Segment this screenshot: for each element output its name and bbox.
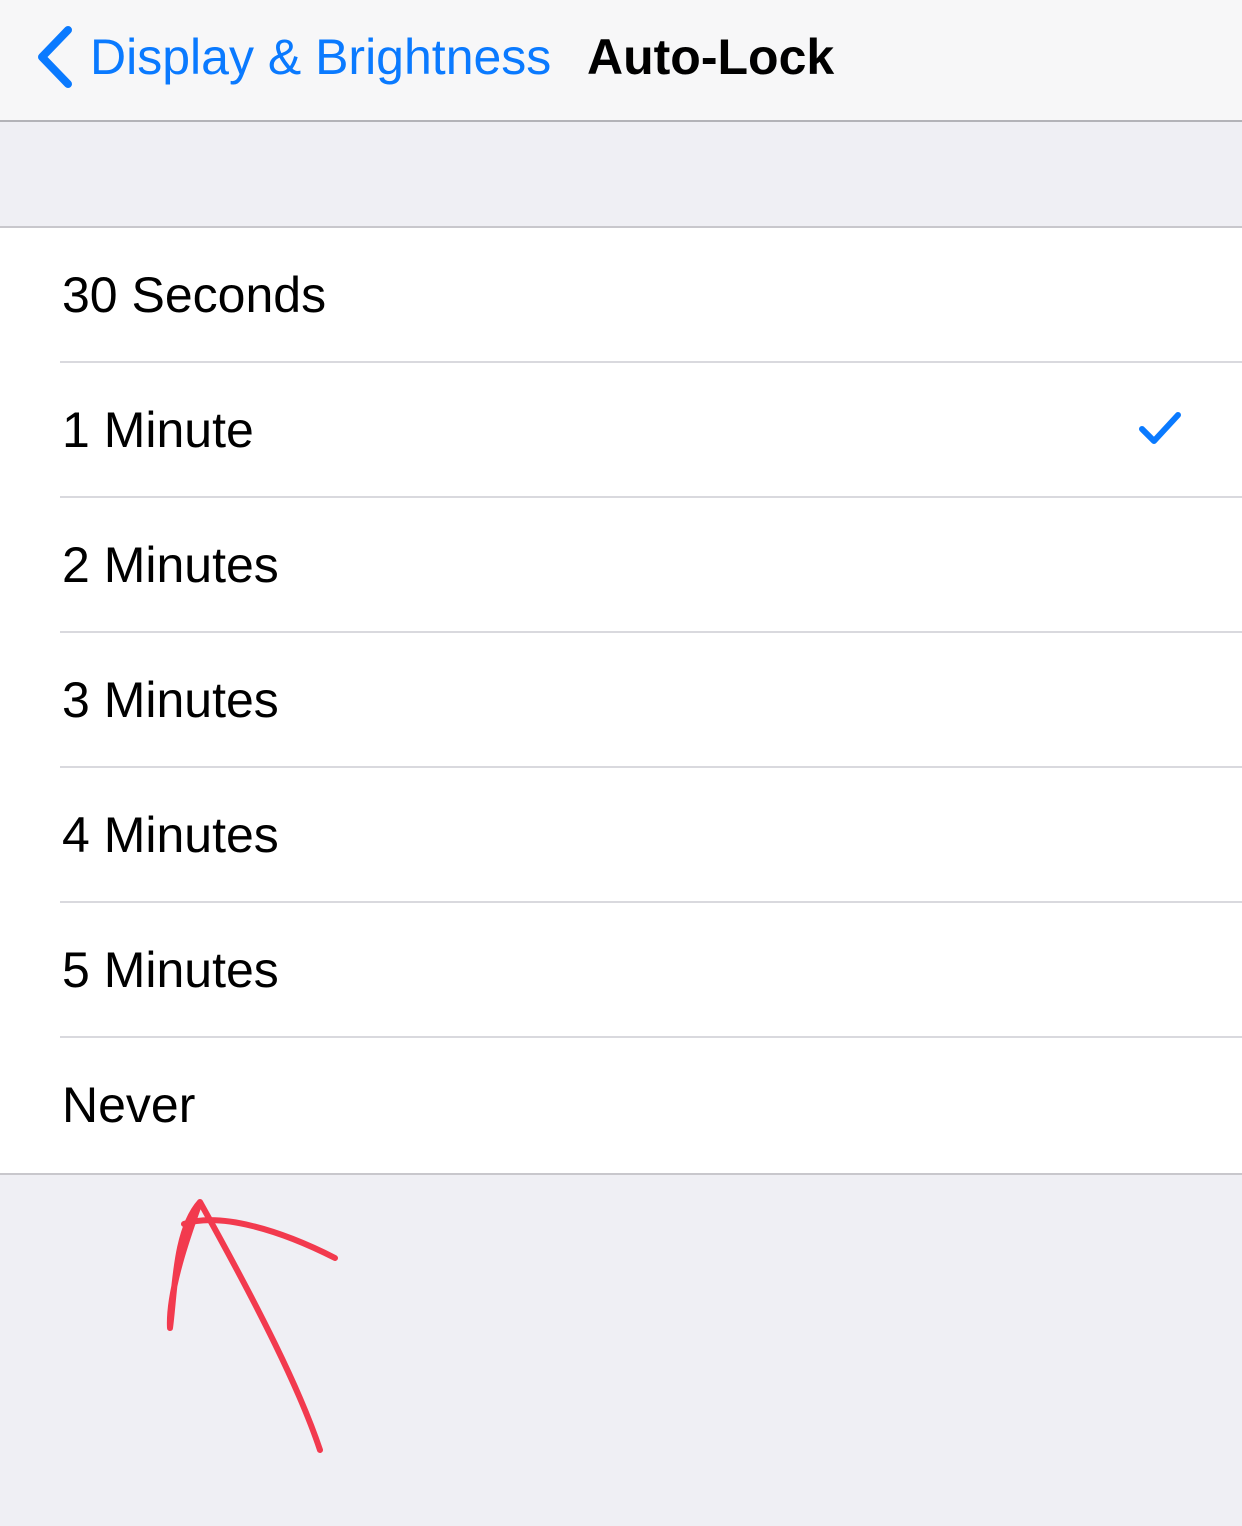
option-4-minutes[interactable]: 4 Minutes — [0, 768, 1242, 903]
chevron-left-icon — [34, 24, 74, 90]
page-title: Auto-Lock — [587, 29, 835, 85]
option-label: 5 Minutes — [62, 942, 279, 998]
option-label: Never — [62, 1077, 196, 1133]
checkmark-icon — [1138, 407, 1182, 451]
auto-lock-options-list: 30 Seconds 1 Minute 2 Minutes 3 Minutes … — [0, 226, 1242, 1175]
option-never[interactable]: Never — [0, 1038, 1242, 1173]
navigation-bar: Display & Brightness Auto-Lock — [0, 0, 1242, 122]
back-button-label: Display & Brightness — [90, 29, 552, 85]
option-label: 1 Minute — [62, 402, 254, 458]
option-label: 4 Minutes — [62, 807, 279, 863]
option-5-minutes[interactable]: 5 Minutes — [0, 903, 1242, 1038]
option-1-minute[interactable]: 1 Minute — [0, 363, 1242, 498]
option-30-seconds[interactable]: 30 Seconds — [0, 228, 1242, 363]
option-2-minutes[interactable]: 2 Minutes — [0, 498, 1242, 633]
option-label: 3 Minutes — [62, 672, 279, 728]
back-button[interactable]: Display & Brightness — [34, 22, 551, 92]
option-label: 2 Minutes — [62, 537, 279, 593]
option-label: 30 Seconds — [62, 267, 327, 323]
arrow-annotation-icon — [150, 1190, 350, 1465]
option-3-minutes[interactable]: 3 Minutes — [0, 633, 1242, 768]
